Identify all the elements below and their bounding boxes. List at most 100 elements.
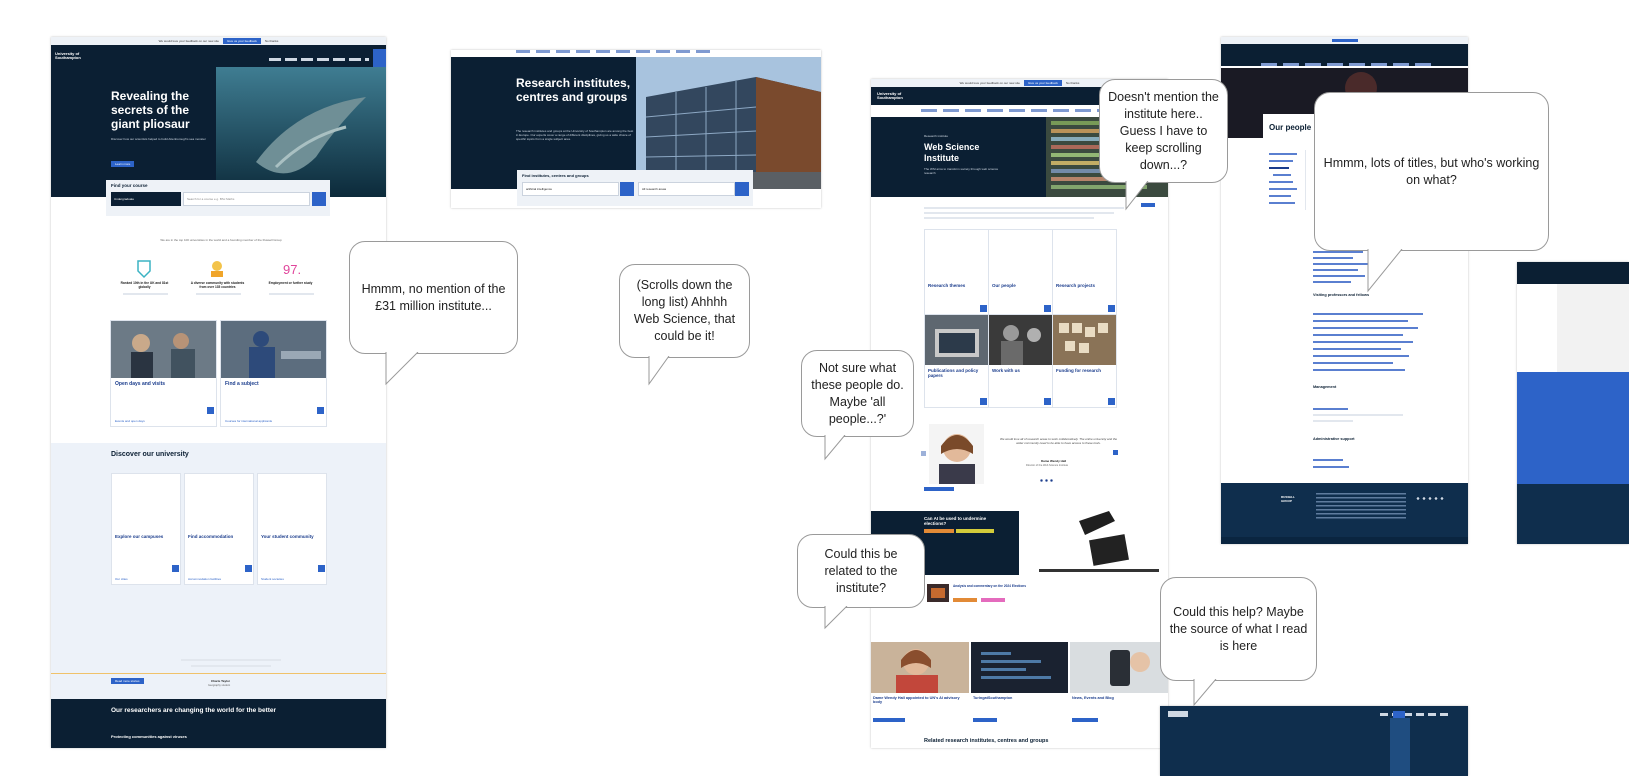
person-link[interactable]: [1313, 348, 1401, 350]
feedback-dismiss-link[interactable]: No thanks: [265, 39, 279, 43]
person-link[interactable]: [1313, 369, 1405, 371]
hero-learn-more-button[interactable]: Learn more: [111, 161, 135, 167]
side-nav-item[interactable]: [1269, 153, 1297, 155]
research-themes-arrow-icon[interactable]: [980, 305, 987, 312]
footer-social-icons[interactable]: [1415, 497, 1445, 500]
open-days-photo: [111, 321, 216, 378]
page-intro: The research institutes and groups at th…: [516, 129, 634, 141]
research-title: Our researchers are changing the world f…: [111, 707, 277, 714]
community-link[interactable]: Student societies: [261, 577, 284, 581]
wendy-hall-read-button[interactable]: [873, 718, 905, 722]
community-card[interactable]: Your student community Student societies: [257, 473, 327, 585]
person-link[interactable]: [1313, 313, 1423, 315]
work-with-us-tile[interactable]: Work with us: [988, 314, 1053, 408]
accommodation-link[interactable]: Accommodation facilities: [188, 577, 221, 581]
work-with-us-title: Work with us: [992, 368, 1020, 373]
accommodation-arrow-icon[interactable]: [245, 565, 252, 572]
research-projects-tile[interactable]: Research projects: [1052, 229, 1117, 315]
campuses-arrow-icon[interactable]: [172, 565, 179, 572]
research-item-title: Protecting communities against viruses: [111, 734, 187, 739]
feedback-button[interactable]: Give us your feedback: [222, 38, 261, 44]
news-events-read-button[interactable]: [1072, 718, 1098, 722]
course-search-button[interactable]: [312, 192, 326, 206]
news-events-photo: [1070, 642, 1168, 693]
course-search-placeholder: Search for a course e.g. BSc Maths: [187, 197, 235, 201]
find-subject-card[interactable]: Find a subject Courses for international…: [220, 320, 327, 427]
person-link[interactable]: [1313, 281, 1351, 283]
person-link[interactable]: [1313, 320, 1408, 322]
person-link[interactable]: [1313, 257, 1353, 259]
campuses-card[interactable]: Explore our campuses Our cities: [111, 473, 181, 585]
research-area-dropdown-icon[interactable]: [735, 182, 749, 196]
our-people-arrow-icon[interactable]: [1044, 305, 1051, 312]
open-days-arrow-icon[interactable]: [207, 407, 214, 414]
funding-tile[interactable]: Funding for research: [1052, 314, 1117, 408]
publications-photo: [925, 315, 988, 365]
find-out-more-button[interactable]: [924, 487, 954, 491]
institute-search-button[interactable]: [620, 182, 634, 196]
read-more-stories-button[interactable]: Read more stories: [111, 678, 144, 684]
find-subject-arrow-icon[interactable]: [317, 407, 324, 414]
hero-action-button[interactable]: [1141, 203, 1155, 207]
sub-nav: [921, 109, 1101, 112]
find-subject-link[interactable]: Courses for international applicants: [225, 419, 272, 423]
side-nav-item[interactable]: [1269, 188, 1297, 190]
person-link[interactable]: [1313, 334, 1403, 336]
person-link[interactable]: [1313, 275, 1365, 277]
open-days-card[interactable]: Open days and visits Events and open day…: [110, 320, 217, 427]
person-link[interactable]: [1313, 263, 1368, 265]
related-title: Related research institutes, centres and…: [924, 738, 1049, 744]
side-nav-item[interactable]: [1269, 195, 1291, 197]
institute-search-input[interactable]: artificial intelligence: [522, 182, 619, 196]
person-link[interactable]: [1313, 466, 1349, 468]
hero-title: Revealing the secrets of the giant plios…: [111, 89, 190, 131]
research-area-select[interactable]: All research areas: [638, 182, 735, 196]
work-with-us-photo: [989, 315, 1052, 365]
university-logo[interactable]: University of Southampton: [55, 52, 95, 60]
campuses-link[interactable]: Our cities: [115, 577, 128, 581]
side-nav-item[interactable]: [1269, 160, 1293, 162]
accommodation-card[interactable]: Find accommodation Accommodation facilit…: [184, 473, 254, 585]
open-days-link[interactable]: Events and open days: [115, 419, 145, 423]
site-footer: RUSSELL GROUP: [1221, 483, 1468, 544]
our-people-tile[interactable]: Our people: [988, 229, 1053, 315]
course-search-input[interactable]: Search for a course e.g. BSc Maths: [183, 192, 310, 206]
feedback-button[interactable]: [1331, 39, 1358, 42]
comment-bubble-7: Could this help? Maybe the source of wha…: [1160, 577, 1317, 681]
publications-tile[interactable]: Publications and policy papers: [924, 314, 989, 408]
feedback-button[interactable]: Give us your feedback: [1023, 80, 1062, 86]
person-link[interactable]: [1313, 327, 1418, 329]
carousel-next-button[interactable]: [1113, 450, 1118, 455]
publications-arrow-icon[interactable]: [980, 398, 987, 405]
research-themes-tile[interactable]: Research themes: [924, 229, 989, 315]
person-link[interactable]: [1313, 362, 1393, 364]
comment-7-tail: [1193, 679, 1217, 707]
person-link[interactable]: [1313, 355, 1409, 357]
footer-links[interactable]: [1316, 493, 1406, 521]
main-nav: [269, 58, 369, 61]
comment-5-tail: [824, 435, 846, 461]
person-link[interactable]: [1313, 269, 1358, 271]
person-link[interactable]: [1313, 251, 1363, 253]
funding-arrow-icon[interactable]: [1108, 398, 1115, 405]
work-with-us-arrow-icon[interactable]: [1044, 398, 1051, 405]
person-link[interactable]: [1313, 341, 1413, 343]
person-link[interactable]: [1313, 459, 1343, 461]
community-arrow-icon[interactable]: [318, 565, 325, 572]
side-nav-item[interactable]: [1269, 181, 1293, 183]
research-projects-arrow-icon[interactable]: [1108, 305, 1115, 312]
side-nav-item[interactable]: [1269, 167, 1289, 169]
carousel-dots[interactable]: [1039, 479, 1053, 482]
university-logo[interactable]: University of Southampton: [877, 92, 922, 100]
turing-read-button[interactable]: [973, 718, 997, 722]
bottom-active-tab[interactable]: [1393, 711, 1405, 718]
carousel-prev-button[interactable]: [921, 451, 926, 456]
side-nav-item[interactable]: [1273, 174, 1291, 176]
ballot-box-image: [1019, 511, 1168, 575]
side-nav-item[interactable]: [1269, 202, 1295, 204]
stats-intro: We are in the top 100 universities in th…: [160, 238, 282, 242]
visiting-title: Visiting professors and fellows: [1313, 293, 1370, 297]
feedback-dismiss-link[interactable]: No thanks: [1066, 81, 1080, 85]
person-link[interactable]: [1313, 408, 1348, 410]
course-level-select[interactable]: Undergraduate: [111, 192, 181, 206]
